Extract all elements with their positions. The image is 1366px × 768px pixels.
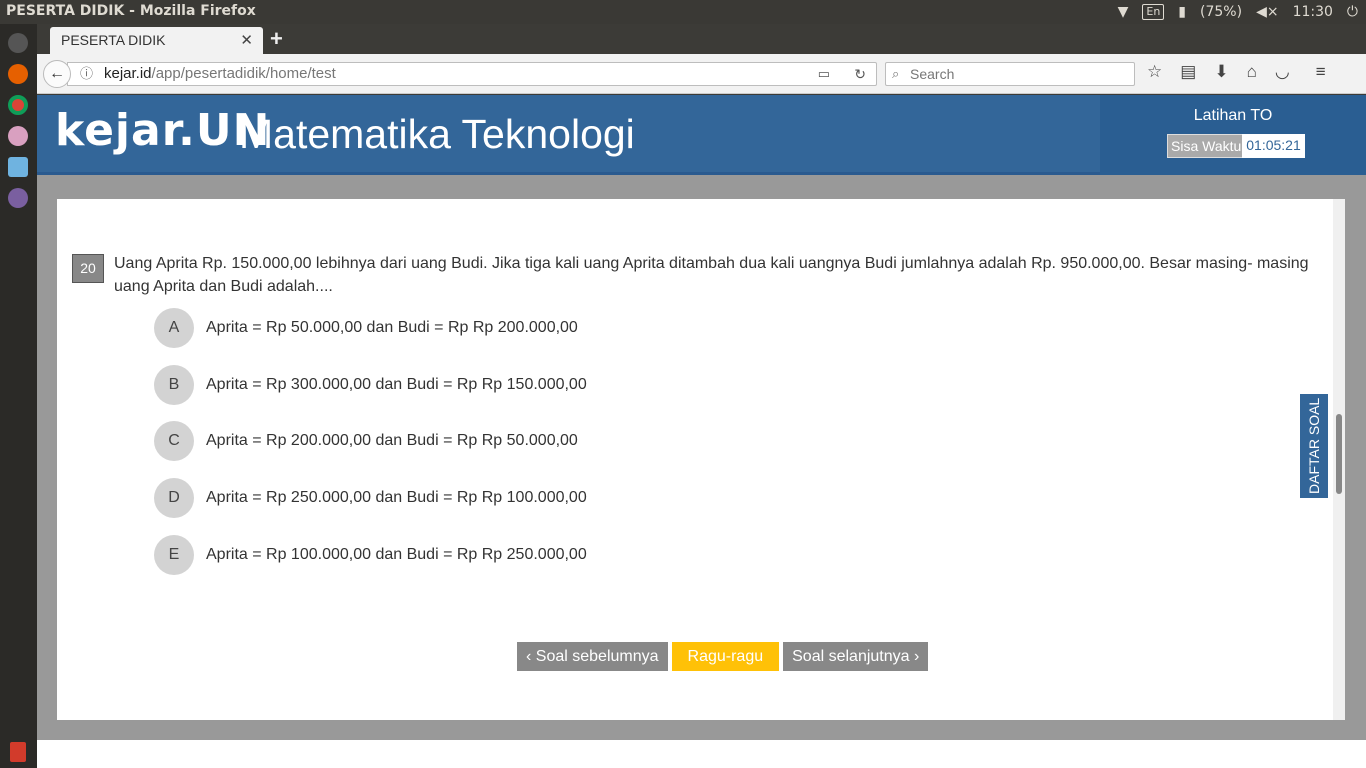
- question-text: Uang Aprita Rp. 150.000,00 lebihnya dari…: [114, 255, 1309, 295]
- option-d[interactable]: D Aprita = Rp 250.000,00 dan Budi = Rp R…: [154, 478, 587, 518]
- option-letter[interactable]: A: [154, 308, 194, 348]
- option-c[interactable]: C Aprita = Rp 200.000,00 dan Budi = Rp R…: [154, 421, 578, 461]
- tab-label: PESERTA DIDIK: [61, 32, 166, 48]
- system-tray: ▼ En ▮ (75%) ◀× 11:30 ⏻: [1118, 0, 1358, 24]
- back-button[interactable]: ←: [43, 60, 71, 88]
- window-title: PESERTA DIDIK - Mozilla Firefox: [6, 3, 256, 19]
- scrollbar[interactable]: [1333, 199, 1345, 720]
- ubuntu-icon[interactable]: [8, 33, 28, 53]
- home-icon[interactable]: ⌂: [1247, 62, 1257, 82]
- os-top-panel: PESERTA DIDIK - Mozilla Firefox ▼ En ▮ (…: [0, 0, 1366, 24]
- option-letter[interactable]: C: [154, 421, 194, 461]
- pocket-icon[interactable]: ◡: [1275, 62, 1290, 82]
- volume-mute-icon[interactable]: ◀×: [1256, 4, 1279, 20]
- new-tab-icon[interactable]: +: [270, 26, 283, 52]
- app-icon[interactable]: [8, 126, 28, 146]
- search-placeholder: Search: [910, 66, 955, 82]
- next-question-button[interactable]: Soal selanjutnya ›: [783, 642, 929, 671]
- option-a[interactable]: A Aprita = Rp 50.000,00 dan Budi = Rp Rp…: [154, 308, 578, 348]
- option-text[interactable]: Aprita = Rp 100.000,00 dan Budi = Rp Rp …: [206, 546, 587, 564]
- package-icon[interactable]: [8, 157, 28, 177]
- exam-title: Latihan TO: [1193, 107, 1273, 124]
- reload-icon[interactable]: ↻: [854, 63, 866, 85]
- search-icon: ⌕: [892, 66, 900, 81]
- reading-list-icon[interactable]: ▤: [1180, 62, 1196, 82]
- timer-label: Sisa Waktu: [1167, 134, 1246, 158]
- option-letter[interactable]: B: [154, 365, 194, 405]
- download-icon[interactable]: ⬇: [1214, 62, 1228, 82]
- app-header: kejar.UN Matematika Teknologi Latihan TO…: [37, 95, 1366, 175]
- navigation-bar: ⓘ kejar.id/app/pesertadidik/home/test ▭ …: [37, 54, 1366, 94]
- chrome-icon[interactable]: [8, 95, 28, 115]
- info-icon[interactable]: ⓘ: [80, 63, 93, 85]
- question-card: 20 Uang Aprita Rp. 150.000,00 lebihnya d…: [57, 199, 1333, 720]
- back-arrow-icon: ←: [49, 65, 65, 82]
- question-list-tab[interactable]: DAFTAR SOAL: [1300, 394, 1328, 498]
- power-icon[interactable]: ⏻: [1347, 4, 1358, 20]
- url-path: /app/pesertadidik/home/test: [151, 65, 336, 82]
- url-domain: kejar.id: [104, 65, 152, 82]
- search-input[interactable]: ⌕ Search: [885, 62, 1135, 86]
- tab-bar: PESERTA DIDIK ✕ +: [37, 24, 1366, 54]
- doubt-button[interactable]: Ragu-ragu: [671, 642, 780, 671]
- option-text[interactable]: Aprita = Rp 250.000,00 dan Budi = Rp Rp …: [206, 489, 587, 507]
- scrollbar-thumb[interactable]: [1336, 414, 1342, 494]
- option-text[interactable]: Aprita = Rp 200.000,00 dan Budi = Rp Rp …: [206, 432, 578, 450]
- wifi-icon[interactable]: ▼: [1118, 4, 1129, 20]
- timer-panel: Latihan TO Sisa Waktu 01:05:21: [1100, 95, 1366, 175]
- clock[interactable]: 11:30: [1293, 4, 1333, 20]
- url-bar[interactable]: ⓘ kejar.id/app/pesertadidik/home/test ▭ …: [67, 62, 877, 86]
- option-b[interactable]: B Aprita = Rp 300.000,00 dan Budi = Rp R…: [154, 365, 587, 405]
- launcher: [0, 24, 37, 768]
- tab-peserta-didik[interactable]: PESERTA DIDIK ✕: [50, 27, 263, 54]
- bookmark-star-icon[interactable]: ☆: [1147, 62, 1162, 82]
- firefox-icon[interactable]: [8, 64, 28, 84]
- option-text[interactable]: Aprita = Rp 50.000,00 dan Budi = Rp Rp 2…: [206, 319, 578, 337]
- files-icon[interactable]: [8, 188, 28, 208]
- subject-title: Matematika Teknologi: [239, 111, 635, 157]
- option-letter[interactable]: E: [154, 535, 194, 575]
- battery-icon[interactable]: ▮: [1178, 4, 1186, 20]
- reader-view-icon[interactable]: ▭: [818, 63, 830, 85]
- toolbar-icons: ☆ ▤ ⬇ ⌂ ◡ ≡: [1147, 62, 1326, 82]
- battery-percent: (75%): [1200, 4, 1243, 20]
- page-content: kejar.UN Matematika Teknologi Latihan TO…: [37, 95, 1366, 768]
- previous-question-button[interactable]: ‹ Soal sebelumnya: [517, 642, 668, 671]
- trash-icon[interactable]: [10, 742, 26, 762]
- close-icon[interactable]: ✕: [240, 31, 253, 49]
- timer-value: 01:05:21: [1242, 134, 1305, 158]
- option-letter[interactable]: D: [154, 478, 194, 518]
- option-text[interactable]: Aprita = Rp 300.000,00 dan Budi = Rp Rp …: [206, 376, 587, 394]
- option-e[interactable]: E Aprita = Rp 100.000,00 dan Budi = Rp R…: [154, 535, 587, 575]
- menu-icon[interactable]: ≡: [1316, 62, 1326, 82]
- footer-strip: [37, 740, 1366, 768]
- question-number: 20: [72, 254, 104, 283]
- keyboard-indicator[interactable]: En: [1142, 4, 1165, 20]
- navigation-buttons: ‹ Soal sebelumnya Ragu-ragu Soal selanju…: [517, 642, 929, 671]
